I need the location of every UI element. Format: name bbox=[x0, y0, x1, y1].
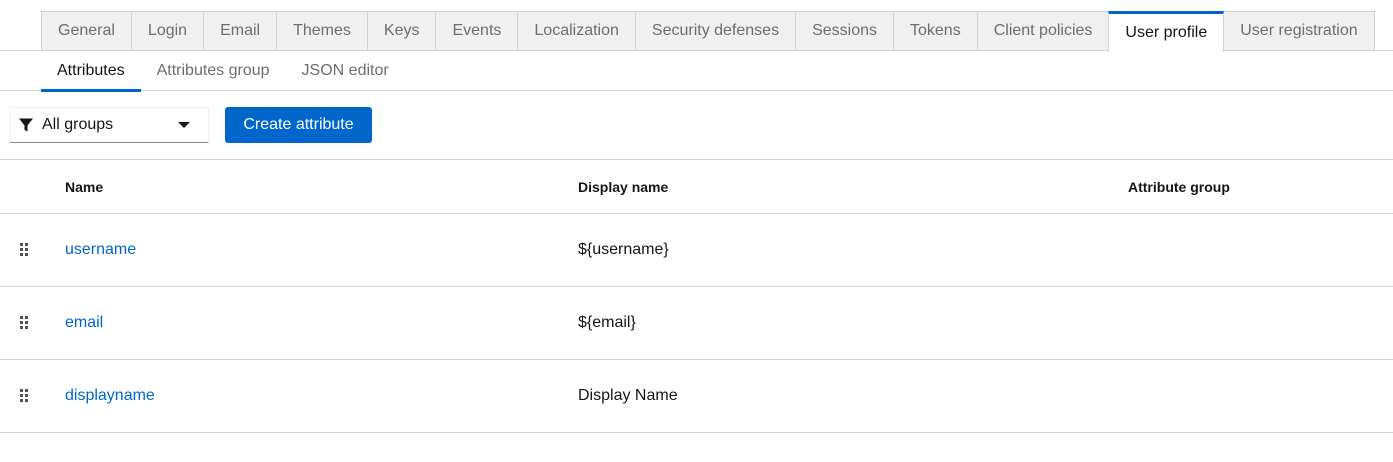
column-header-display-name[interactable]: Display name bbox=[578, 179, 668, 195]
tab-events[interactable]: Events bbox=[435, 11, 519, 50]
attribute-group-filter-value: All groups bbox=[42, 116, 114, 133]
tab-security-defenses[interactable]: Security defenses bbox=[634, 11, 797, 50]
tab-email[interactable]: Email bbox=[203, 11, 278, 50]
user-profile-subtab-track: Attributes Attributes group JSON editor bbox=[41, 51, 405, 92]
tab-user-registration[interactable]: User registration bbox=[1223, 11, 1375, 50]
table-row: username ${username} bbox=[0, 214, 1393, 287]
attribute-name-link[interactable]: username bbox=[65, 241, 136, 259]
attribute-display-name: ${username} bbox=[578, 241, 669, 258]
column-header-attribute-group[interactable]: Attribute group bbox=[1128, 179, 1230, 195]
caret-down-icon bbox=[178, 122, 190, 128]
realm-settings-tab-track: General Login Email Themes Keys Events L… bbox=[41, 11, 1375, 52]
tab-general[interactable]: General bbox=[41, 11, 132, 50]
tab-sessions[interactable]: Sessions bbox=[795, 11, 894, 50]
subtab-attributes[interactable]: Attributes bbox=[41, 51, 141, 92]
table-header: Name Display name Attribute group bbox=[0, 160, 1393, 214]
tab-client-policies[interactable]: Client policies bbox=[976, 11, 1110, 50]
column-header-name[interactable]: Name bbox=[65, 179, 103, 195]
attribute-name-link[interactable]: displayname bbox=[65, 387, 155, 405]
attribute-display-name: Display Name bbox=[578, 387, 678, 404]
user-profile-subtabs: Attributes Attributes group JSON editor bbox=[0, 51, 1393, 92]
create-attribute-button[interactable]: Create attribute bbox=[225, 107, 372, 143]
drag-handle-icon[interactable] bbox=[20, 389, 30, 403]
realm-settings-tabs: General Login Email Themes Keys Events L… bbox=[0, 0, 1393, 52]
drag-handle-icon[interactable] bbox=[20, 243, 30, 257]
attribute-name-link[interactable]: email bbox=[65, 314, 103, 332]
tab-user-profile[interactable]: User profile bbox=[1108, 11, 1225, 52]
tab-login[interactable]: Login bbox=[130, 11, 205, 50]
filter-icon bbox=[19, 118, 33, 132]
tab-themes[interactable]: Themes bbox=[276, 11, 368, 50]
attributes-table: Name Display name Attribute group userna… bbox=[0, 160, 1393, 433]
drag-handle-icon[interactable] bbox=[20, 316, 30, 330]
subtab-json-editor[interactable]: JSON editor bbox=[286, 51, 405, 91]
tab-tokens[interactable]: Tokens bbox=[893, 11, 978, 50]
subtab-attributes-group[interactable]: Attributes group bbox=[141, 51, 286, 91]
attribute-group-filter-select[interactable]: All groups bbox=[9, 107, 209, 143]
tab-keys[interactable]: Keys bbox=[366, 11, 437, 50]
table-row: displayname Display Name bbox=[0, 360, 1393, 433]
tab-localization[interactable]: Localization bbox=[517, 11, 636, 50]
table-row: email ${email} bbox=[0, 287, 1393, 360]
attribute-display-name: ${email} bbox=[578, 314, 636, 331]
attributes-toolbar: All groups Create attribute bbox=[0, 91, 1393, 160]
